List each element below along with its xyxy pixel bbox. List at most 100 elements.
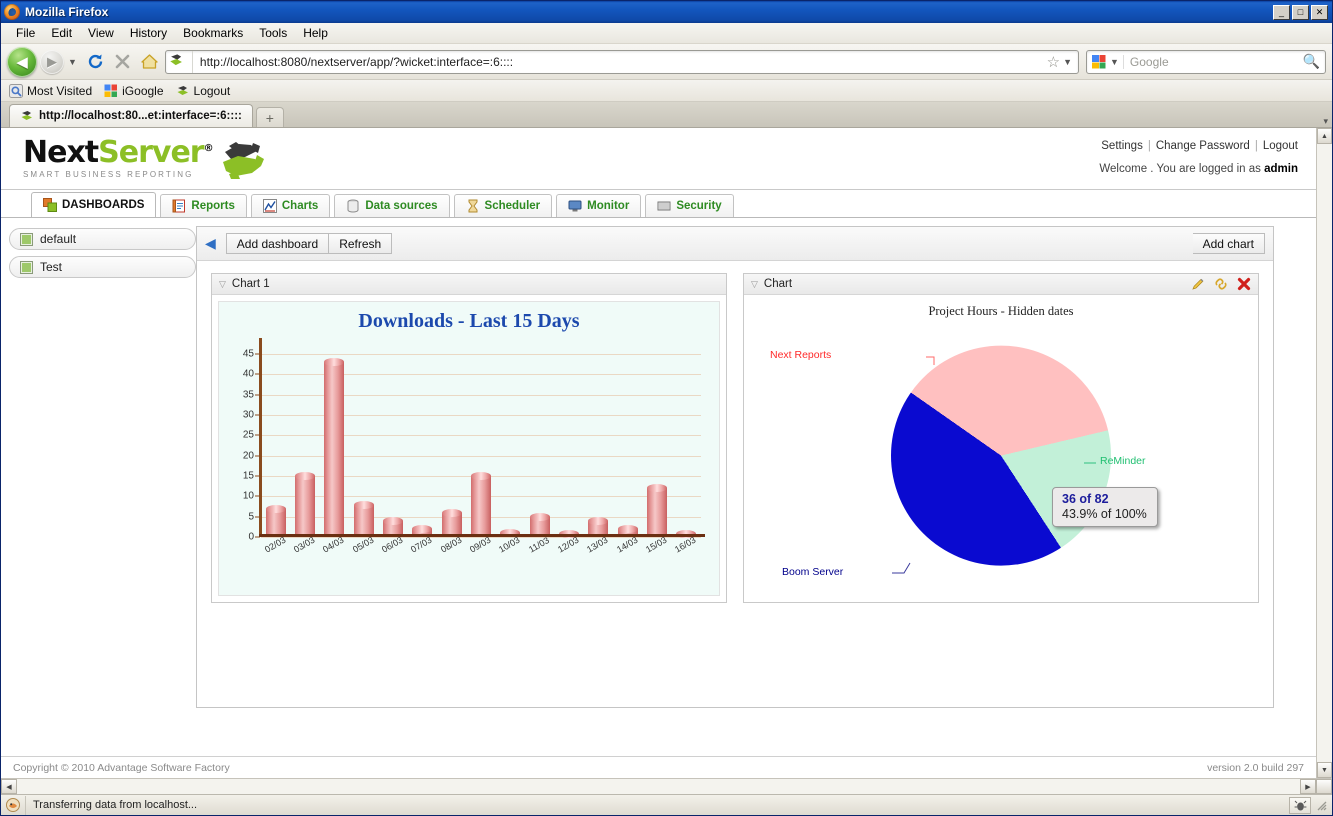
- google-icon[interactable]: [1091, 54, 1107, 70]
- scroll-up-button[interactable]: ▲: [1317, 128, 1332, 144]
- menu-view[interactable]: View: [81, 24, 121, 42]
- menu-bookmarks[interactable]: Bookmarks: [176, 24, 250, 42]
- forward-button[interactable]: ▶: [40, 49, 64, 74]
- bar-chart-column[interactable]: 04/03: [320, 346, 349, 555]
- scroll-left-button[interactable]: ◀: [1, 779, 17, 794]
- bar-chart-column[interactable]: 11/03: [525, 346, 554, 555]
- app-footer: Copyright © 2010 Advantage Software Fact…: [1, 756, 1316, 778]
- link-chain-icon[interactable]: [1214, 277, 1228, 291]
- bar-chart-column[interactable]: 13/03: [584, 346, 613, 555]
- page-scrollbar-vertical[interactable]: ▲ ▼: [1316, 128, 1332, 778]
- edit-pencil-icon[interactable]: [1191, 277, 1205, 291]
- close-x-icon[interactable]: [1237, 277, 1251, 291]
- close-button[interactable]: ✕: [1311, 4, 1328, 20]
- add-chart-button[interactable]: Add chart: [1192, 233, 1265, 254]
- welcome-message: Welcome . You are logged in as admin: [1099, 163, 1298, 175]
- urlbar-dropdown-icon[interactable]: ▼: [1062, 57, 1076, 67]
- tab-charts[interactable]: Charts: [250, 194, 331, 217]
- bookmark-logout[interactable]: Logout: [176, 84, 230, 98]
- link-separator: |: [1147, 140, 1151, 152]
- scroll-track-horizontal[interactable]: [17, 779, 1300, 794]
- bar-chart-column[interactable]: 08/03: [437, 346, 466, 555]
- resize-grip[interactable]: [1314, 798, 1328, 813]
- bar-chart-bar[interactable]: [324, 358, 345, 537]
- firefox-icon: [4, 4, 20, 20]
- tab-data-sources[interactable]: Data sources: [334, 194, 450, 217]
- pie-chart-graphic[interactable]: [891, 345, 1111, 566]
- pie-label-boom-server: Boom Server: [782, 566, 844, 578]
- bar-chart-bar[interactable]: [294, 472, 315, 537]
- search-engine-dropdown-icon[interactable]: ▼: [1109, 57, 1123, 67]
- scheduler-icon: [468, 199, 478, 213]
- bar-chart-column[interactable]: 09/03: [466, 346, 495, 555]
- bar-chart-bar[interactable]: [353, 500, 374, 537]
- bar-chart-bars: 02/03 03/03 04/03 05/03 06/03 07/03 08/03 09/03…: [261, 346, 701, 555]
- bar-chart-column[interactable]: 15/03: [642, 346, 671, 555]
- bar-chart-column[interactable]: 07/03: [408, 346, 437, 555]
- status-text: Transferring data from localhost...: [25, 795, 1289, 815]
- menu-help[interactable]: Help: [296, 24, 335, 42]
- bar-chart-bar[interactable]: [265, 504, 286, 537]
- logout-link[interactable]: Logout: [1263, 140, 1298, 152]
- bar-chart-column[interactable]: 10/03: [496, 346, 525, 555]
- tab-security[interactable]: Security: [645, 194, 734, 217]
- add-dashboard-button[interactable]: Add dashboard: [225, 233, 330, 254]
- sidebar-item-test[interactable]: Test: [9, 256, 196, 278]
- sidebar-item-default[interactable]: default: [9, 228, 196, 250]
- tab-list-dropdown-icon[interactable]: ▾: [1323, 116, 1332, 127]
- bar-chart-y-label: 45: [242, 348, 254, 360]
- new-tab-button[interactable]: +: [255, 107, 284, 127]
- back-button[interactable]: ◀: [7, 46, 37, 77]
- maximize-button[interactable]: □: [1292, 4, 1309, 20]
- bar-chart-column[interactable]: 14/03: [613, 346, 642, 555]
- collapse-triangle-icon[interactable]: ▽: [751, 279, 758, 290]
- collapse-sidebar-icon[interactable]: ◀: [205, 235, 216, 252]
- tab-label: Charts: [281, 200, 319, 212]
- search-icon[interactable]: 🔍: [1303, 53, 1325, 70]
- search-bar[interactable]: ▼ Google 🔍: [1086, 49, 1326, 74]
- settings-link[interactable]: Settings: [1101, 140, 1143, 152]
- reload-button[interactable]: [84, 50, 108, 74]
- search-input[interactable]: Google: [1122, 54, 1303, 69]
- page-scrollbar-horizontal[interactable]: ◀ ▶: [1, 778, 1332, 794]
- status-right-area: [1289, 796, 1330, 814]
- bar-chart-bar[interactable]: [470, 472, 491, 537]
- bar-chart-column[interactable]: 03/03: [290, 346, 319, 555]
- tab-dashboards[interactable]: DASHBOARDS: [31, 192, 157, 217]
- home-button[interactable]: [138, 50, 162, 74]
- pie-label-reminder: ReMinder: [1100, 455, 1146, 467]
- bar-chart-column[interactable]: 06/03: [378, 346, 407, 555]
- change-password-link[interactable]: Change Password: [1156, 140, 1250, 152]
- collapse-triangle-icon[interactable]: ▽: [219, 279, 226, 290]
- refresh-button[interactable]: Refresh: [329, 233, 393, 254]
- url-text[interactable]: http://localhost:8080/nextserver/app/?wi…: [191, 50, 1045, 73]
- browser-tab[interactable]: http://localhost:80...et:interface=:6:::…: [9, 104, 253, 127]
- bookmark-star-icon[interactable]: ☆: [1045, 53, 1062, 71]
- tooltip-percent: 43.9% of 100%: [1062, 507, 1147, 521]
- minimize-button[interactable]: _: [1273, 4, 1290, 20]
- tab-reports[interactable]: Reports: [160, 194, 247, 217]
- url-bar[interactable]: http://localhost:8080/nextserver/app/?wi…: [164, 49, 1079, 74]
- history-dropdown-icon[interactable]: ▼: [67, 57, 81, 67]
- scroll-track[interactable]: [1317, 144, 1332, 762]
- bar-chart-column[interactable]: 12/03: [554, 346, 583, 555]
- menu-edit[interactable]: Edit: [44, 24, 79, 42]
- menu-file[interactable]: File: [9, 24, 42, 42]
- scroll-right-button[interactable]: ▶: [1300, 779, 1316, 794]
- scroll-down-button[interactable]: ▼: [1317, 762, 1332, 778]
- sidebar-item-label: Test: [40, 260, 63, 274]
- menu-history[interactable]: History: [123, 24, 174, 42]
- bar-chart-column[interactable]: 05/03: [349, 346, 378, 555]
- tab-scheduler[interactable]: Scheduler: [453, 194, 553, 217]
- logo-gear-icon: [222, 142, 264, 179]
- status-throbber-icon: [5, 797, 21, 813]
- firebug-icon[interactable]: [1289, 796, 1311, 814]
- menu-tools[interactable]: Tools: [252, 24, 294, 42]
- bar-chart-bar[interactable]: [646, 484, 667, 537]
- bookmark-most-visited[interactable]: Most Visited: [9, 83, 92, 98]
- stop-button[interactable]: [111, 50, 135, 74]
- bar-chart-column[interactable]: 16/03: [672, 346, 701, 555]
- bar-chart-column[interactable]: 02/03: [261, 346, 290, 555]
- bookmark-igoogle[interactable]: iGoogle: [104, 84, 164, 98]
- tab-monitor[interactable]: Monitor: [556, 194, 642, 217]
